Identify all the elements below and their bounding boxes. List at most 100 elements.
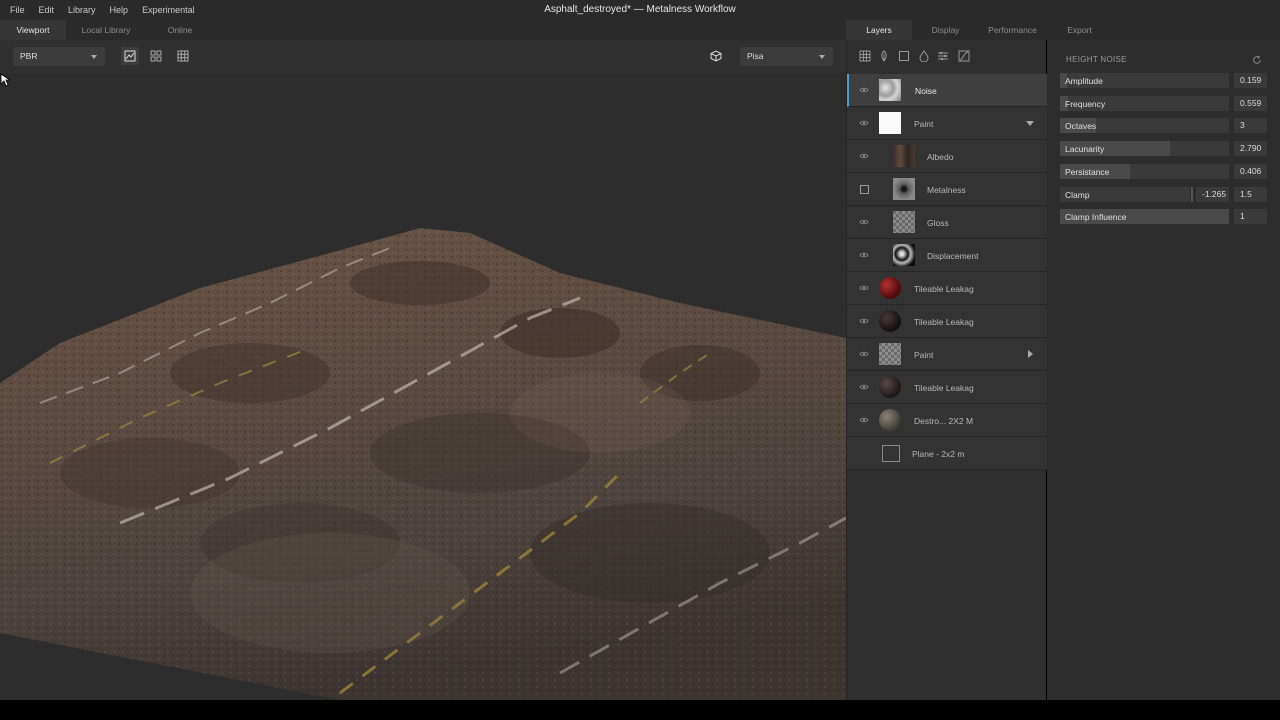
3d-view-button[interactable] — [707, 47, 725, 65]
3d-viewport[interactable] — [0, 73, 846, 700]
param-label: Amplitude — [1065, 76, 1103, 86]
fill-layer-icon[interactable] — [859, 50, 871, 62]
image-icon — [124, 50, 136, 62]
tab-export[interactable]: Export — [1046, 20, 1113, 40]
lacunarity-value[interactable]: 2.790 — [1234, 141, 1267, 156]
eye-icon[interactable] — [859, 284, 869, 292]
eye-icon[interactable] — [859, 383, 869, 391]
layer-name: Plane - 2x2 m — [912, 449, 965, 459]
layer-name: Gloss — [927, 218, 949, 228]
layer-row-displacement[interactable]: Displacement — [847, 239, 1047, 272]
eye-icon[interactable] — [859, 416, 869, 424]
clamp-influence-slider[interactable]: Clamp Influence — [1060, 209, 1229, 224]
octaves-value[interactable]: 3 — [1234, 118, 1267, 133]
render-mode-select[interactable]: PBR — [13, 47, 105, 66]
octaves-slider[interactable]: Octaves — [1060, 118, 1229, 133]
clamp-min-value[interactable]: -1.265 — [1196, 187, 1229, 202]
grid-3x3-button[interactable] — [174, 47, 192, 65]
tab-local-library[interactable]: Local Library — [72, 20, 140, 40]
eye-icon[interactable] — [859, 350, 869, 358]
tab-layers[interactable]: Layers — [846, 20, 912, 40]
layer-row-tileable-leakage-3[interactable]: Tileable Leakag — [847, 371, 1047, 404]
tab-viewport[interactable]: Viewport — [0, 20, 66, 40]
environment-select[interactable]: Pisa — [740, 47, 833, 66]
eye-icon[interactable] — [859, 251, 869, 259]
layer-row-tileable-leakage-1[interactable]: Tileable Leakag — [847, 272, 1047, 305]
layer-row-tileable-leakage-2[interactable]: Tileable Leakag — [847, 305, 1047, 338]
mouse-cursor-icon — [0, 73, 10, 87]
clamp-slider[interactable]: Clamp — [1060, 187, 1190, 202]
adjustments-icon[interactable] — [937, 50, 949, 62]
terrain-render — [0, 228, 846, 700]
plane-icon — [882, 445, 900, 462]
collapse-arrow-icon[interactable] — [1026, 121, 1034, 126]
layer-thumbnail — [879, 343, 901, 365]
param-label: Octaves — [1065, 121, 1097, 131]
layer-name: Tileable Leakag — [914, 284, 974, 294]
tab-performance[interactable]: Performance — [979, 20, 1046, 40]
frequency-value[interactable]: 0.559 — [1234, 96, 1267, 111]
layer-row-plane[interactable]: Plane - 2x2 m — [847, 437, 1047, 470]
eye-icon[interactable] — [859, 119, 869, 127]
layer-thumbnail — [893, 211, 915, 233]
tab-online[interactable]: Online — [150, 20, 210, 40]
reset-icon[interactable] — [1252, 55, 1262, 65]
panel-tab-bar: Layers Display Performance Export — [846, 20, 1280, 40]
eye-icon[interactable] — [859, 218, 869, 226]
brush-icon[interactable] — [878, 50, 890, 62]
environment-value: Pisa — [747, 51, 764, 61]
layer-row-gloss[interactable]: Gloss — [847, 206, 1047, 239]
eye-icon[interactable] — [859, 317, 869, 325]
eye-icon[interactable] — [859, 152, 869, 160]
clamp-influence-value[interactable]: 1 — [1234, 209, 1267, 224]
layer-row-noise[interactable]: Noise — [847, 74, 1047, 107]
layer-thumbnail — [879, 310, 901, 332]
render-mode-value: PBR — [20, 51, 38, 61]
persistance-slider[interactable]: Persistance — [1060, 164, 1229, 179]
amplitude-slider[interactable]: Amplitude — [1060, 73, 1229, 88]
lacunarity-slider[interactable]: Lacunarity — [1060, 141, 1229, 156]
curves-icon[interactable] — [958, 50, 970, 62]
layer-thumbnail — [893, 178, 915, 200]
visibility-checkbox[interactable] — [860, 185, 869, 194]
drop-icon[interactable] — [918, 50, 930, 62]
cube-icon — [710, 50, 722, 62]
layer-thumbnail — [879, 376, 901, 398]
clamp-handle[interactable] — [1191, 187, 1193, 202]
tab-display[interactable]: Display — [912, 20, 979, 40]
expand-arrow-icon[interactable] — [1028, 350, 1033, 358]
layer-name: Noise — [915, 86, 937, 96]
layer-name: Metalness — [927, 185, 966, 195]
layers-panel: Noise Paint Albedo Metalness Gloss Displ… — [846, 40, 1047, 700]
layer-row-destroyed-material[interactable]: Destro... 2X2 M — [847, 404, 1047, 437]
layer-row-paint-2[interactable]: Paint — [847, 338, 1047, 371]
layer-name: Albedo — [927, 152, 954, 162]
layer-row-albedo[interactable]: Albedo — [847, 140, 1047, 173]
layer-thumbnail — [879, 277, 901, 299]
grid-2x2-button[interactable] — [147, 47, 165, 65]
layer-name: Paint — [914, 350, 934, 360]
eye-icon[interactable] — [859, 86, 869, 94]
layer-thumbnail — [879, 409, 901, 431]
left-tab-bar: Viewport Local Library Online — [0, 20, 846, 40]
layer-row-metalness[interactable]: Metalness — [847, 173, 1047, 206]
layer-name: Tileable Leakag — [914, 317, 974, 327]
grid-2x2-icon — [150, 50, 162, 62]
image-view-button[interactable] — [121, 47, 139, 65]
layer-thumbnail — [879, 112, 901, 134]
layer-row-paint[interactable]: Paint — [847, 107, 1047, 140]
persistance-value[interactable]: 0.406 — [1234, 164, 1267, 179]
square-mask-icon[interactable] — [898, 50, 910, 62]
param-label: Clamp — [1065, 190, 1090, 200]
layer-tools — [847, 40, 1047, 73]
layer-name: Displacement — [927, 251, 979, 261]
grid-3x3-icon — [177, 50, 189, 62]
param-label: Lacunarity — [1065, 144, 1105, 154]
layer-name: Paint — [914, 119, 934, 129]
frequency-slider[interactable]: Frequency — [1060, 96, 1229, 111]
properties-panel: HEIGHT NOISE Amplitude 0.159 Frequency 0… — [1047, 40, 1280, 700]
amplitude-value[interactable]: 0.159 — [1234, 73, 1267, 88]
clamp-max-value[interactable]: 1.5 — [1234, 187, 1267, 202]
bottom-bar — [0, 700, 1280, 720]
chevron-down-icon — [819, 55, 825, 59]
